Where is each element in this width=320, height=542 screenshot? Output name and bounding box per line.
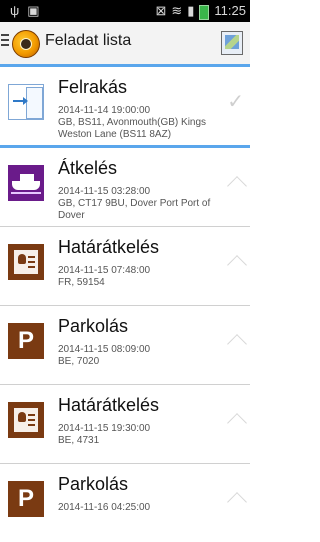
chevron-up-icon bbox=[228, 488, 244, 504]
chevron-up-icon bbox=[228, 330, 244, 346]
status-left-icons: ψ ▣ bbox=[10, 0, 40, 22]
task-name: Átkelés bbox=[58, 158, 118, 178]
task-meta: 2014-11-15 07:48:00 FR, 59154 bbox=[58, 265, 151, 288]
wifi-icon: ≋ bbox=[171, 3, 183, 18]
task-row[interactable]: P Parkolás 2014-11-15 08:09:00 BE, 7020 bbox=[0, 306, 250, 385]
map-icon[interactable] bbox=[221, 31, 243, 55]
dropoff-icon bbox=[8, 84, 44, 120]
task-name: Felrakás bbox=[58, 77, 128, 97]
status-bar: ψ ▣ ⊠ ≋ ▮ 11:25 bbox=[0, 0, 250, 22]
task-meta: 2014-11-14 19:00:00 GB, BS11, Avonmouth(… bbox=[58, 105, 207, 140]
task-name: Parkolás bbox=[58, 316, 129, 336]
action-bar: Feladat lista bbox=[0, 22, 250, 67]
status-time: 11:25 bbox=[214, 3, 246, 18]
battery-icon bbox=[199, 5, 210, 20]
task-row[interactable]: Felrakás 2014-11-14 19:00:00 GB, BS11, A… bbox=[0, 67, 250, 148]
image-icon: ▣ bbox=[27, 3, 40, 18]
task-row[interactable]: Határátkelés 2014-11-15 07:48:00 FR, 591… bbox=[0, 227, 250, 306]
signal-icon: ▮ bbox=[187, 3, 195, 18]
task-list: Felrakás 2014-11-14 19:00:00 GB, BS11, A… bbox=[0, 67, 250, 542]
task-name: Parkolás bbox=[58, 474, 129, 494]
task-meta: 2014-11-16 04:25:00 bbox=[58, 502, 151, 513]
task-row[interactable]: P Parkolás 2014-11-16 04:25:00 bbox=[0, 464, 250, 542]
drawer-menu-icon[interactable] bbox=[1, 34, 9, 49]
usb-icon: ψ bbox=[10, 3, 20, 18]
parking-icon: P bbox=[8, 323, 44, 359]
task-row[interactable]: Átkelés 2014-11-15 03:28:00 GB, CT17 9BU… bbox=[0, 148, 250, 227]
border-crossing-icon bbox=[8, 402, 44, 438]
chevron-up-icon bbox=[228, 409, 244, 425]
task-name: Határátkelés bbox=[58, 395, 160, 415]
task-meta: 2014-11-15 03:28:00 GB, CT17 9BU, Dover … bbox=[58, 186, 211, 221]
chevron-up-icon bbox=[228, 251, 244, 267]
task-name: Határátkelés bbox=[58, 237, 160, 257]
app-logo-icon[interactable] bbox=[12, 30, 40, 58]
ferry-icon bbox=[8, 165, 44, 201]
task-meta: 2014-11-15 08:09:00 BE, 7020 bbox=[58, 344, 151, 367]
page-title: Feladat lista bbox=[45, 32, 132, 49]
check-icon: ✓ bbox=[227, 89, 244, 113]
parking-icon: P bbox=[8, 481, 44, 517]
mute-icon: ⊠ bbox=[155, 3, 167, 18]
task-meta: 2014-11-15 19:30:00 BE, 4731 bbox=[58, 423, 151, 446]
status-right: ⊠ ≋ ▮ 11:25 bbox=[155, 0, 246, 22]
border-crossing-icon bbox=[8, 244, 44, 280]
task-row[interactable]: Határátkelés 2014-11-15 19:30:00 BE, 473… bbox=[0, 385, 250, 464]
chevron-up-icon bbox=[228, 172, 244, 188]
